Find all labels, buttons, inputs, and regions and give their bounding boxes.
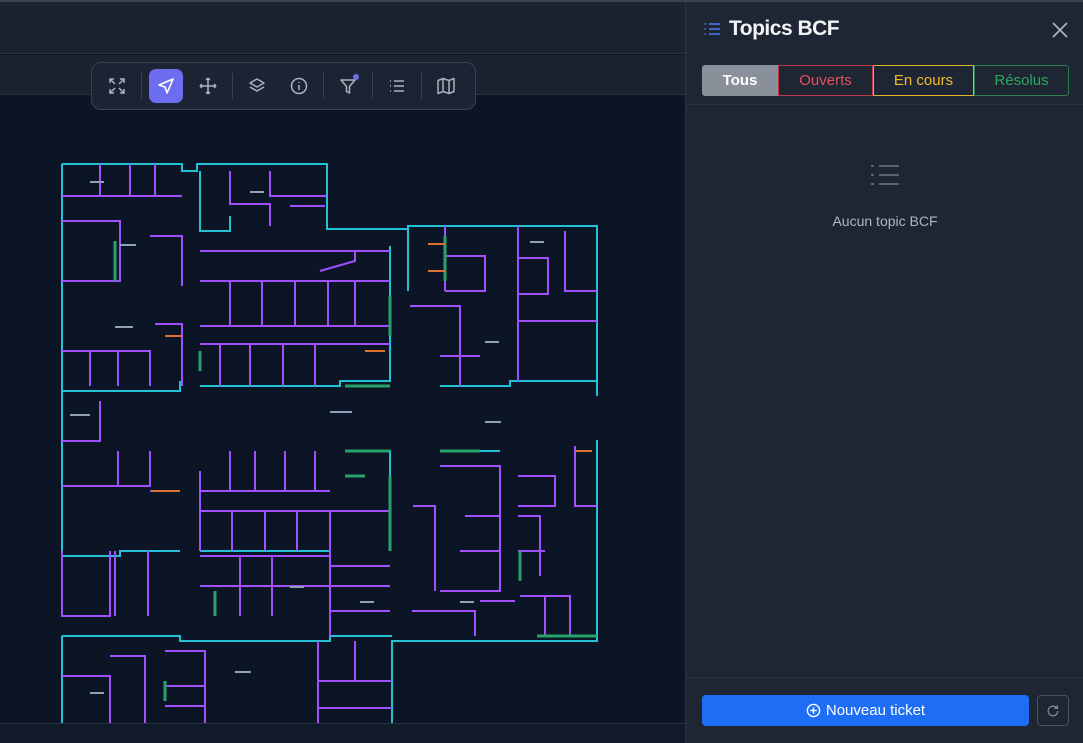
empty-state-text: Aucun topic BCF: [832, 213, 938, 229]
filter-all-button[interactable]: Tous: [702, 65, 778, 96]
room-wall: [62, 675, 111, 723]
viewer-canvas[interactable]: [0, 96, 685, 723]
layers-icon: [249, 78, 265, 92]
map-button[interactable]: [429, 69, 463, 103]
filter-in-progress-button[interactable]: En cours: [873, 65, 974, 96]
room-label: [485, 421, 501, 423]
close-icon[interactable]: [1050, 20, 1070, 40]
expand-icon: [109, 78, 125, 94]
filter-resolved-button[interactable]: Résolus: [974, 65, 1069, 96]
panel-divider: [686, 104, 1083, 105]
room-wall: [150, 235, 183, 286]
room-wall: [62, 401, 101, 442]
list-icon: [704, 23, 720, 35]
status-filter-group: Tous Ouverts En cours Résolus: [702, 65, 1069, 96]
outline-right-lower: [391, 440, 598, 723]
room-wall: [229, 171, 271, 226]
panel-title: Topics BCF: [729, 17, 840, 40]
room-wall: [574, 446, 597, 507]
room-wall: [564, 231, 597, 292]
room-label: [235, 671, 251, 673]
floor-plan: [61, 163, 598, 723]
viewer: [0, 2, 685, 743]
toolbar-separator: [421, 73, 422, 99]
wing-g: [345, 450, 391, 551]
filter-button[interactable]: [331, 69, 365, 103]
panel-header: Topics BCF: [686, 2, 1083, 57]
bcf-topics-panel: Topics BCF Tous Ouverts En cours Résolus…: [685, 2, 1083, 743]
map-icon: [437, 77, 455, 95]
room-wall: [445, 255, 486, 292]
info-icon: [290, 77, 308, 95]
empty-list-icon: [871, 165, 899, 185]
new-ticket-button[interactable]: Nouveau ticket: [702, 695, 1029, 726]
room-label: [90, 692, 104, 694]
outline-middle-bottom: [62, 635, 392, 642]
room-wall: [155, 323, 183, 386]
room-label: [360, 601, 374, 603]
room-wall: [62, 451, 119, 487]
list-icon: [390, 80, 404, 92]
filter-active-badge: [353, 74, 359, 80]
viewer-header: [0, 2, 685, 54]
new-ticket-label: Nouveau ticket: [825, 702, 926, 719]
room-label: [120, 244, 136, 246]
room-label: [115, 326, 133, 328]
room-wall: [118, 451, 151, 487]
room-wall: [62, 350, 151, 386]
plus-circle-icon: [806, 703, 821, 718]
room-label: [70, 414, 90, 416]
room-label: [330, 411, 352, 413]
refresh-icon: [1047, 704, 1059, 716]
viewer-status-bar: [0, 723, 685, 743]
refresh-button[interactable]: [1037, 695, 1069, 726]
room-wall: [412, 610, 476, 636]
room-label: [530, 241, 544, 243]
room-wall: [410, 305, 461, 386]
panel-footer: Nouveau ticket: [686, 677, 1083, 743]
room-label: [485, 341, 499, 343]
toolbar-separator: [323, 73, 324, 99]
select-tool-button[interactable]: [149, 69, 183, 103]
filter-open-button[interactable]: Ouverts: [778, 65, 873, 96]
room-wall: [269, 171, 327, 197]
toolbar-separator: [141, 73, 142, 99]
room-label: [250, 191, 264, 193]
layers-button[interactable]: [240, 69, 274, 103]
toolbar-separator: [372, 73, 373, 99]
info-button[interactable]: [282, 69, 316, 103]
fullscreen-button[interactable]: [100, 69, 134, 103]
room-wall: [319, 251, 356, 272]
cursor-arrow-icon: [158, 78, 174, 94]
room-label: [290, 586, 304, 588]
room-wall: [61, 551, 111, 617]
room-wall: [413, 505, 436, 591]
room-wall: [518, 257, 549, 295]
move-arrows-icon: [199, 77, 217, 95]
room-label: [460, 601, 474, 603]
pan-tool-button[interactable]: [191, 69, 225, 103]
toolbar-separator: [232, 73, 233, 99]
app-root: Topics BCF Tous Ouverts En cours Résolus…: [0, 0, 1083, 743]
wing-i: [62, 550, 180, 557]
wing-a: [199, 171, 231, 232]
room-wall: [440, 465, 501, 592]
list-button[interactable]: [380, 69, 414, 103]
wing-c: [440, 380, 597, 387]
viewer-toolbar: [91, 62, 476, 110]
wing-d: [62, 381, 181, 392]
room-wall: [518, 475, 556, 507]
room-label: [90, 181, 104, 183]
room-wall: [110, 655, 146, 723]
room-wall: [62, 220, 121, 282]
